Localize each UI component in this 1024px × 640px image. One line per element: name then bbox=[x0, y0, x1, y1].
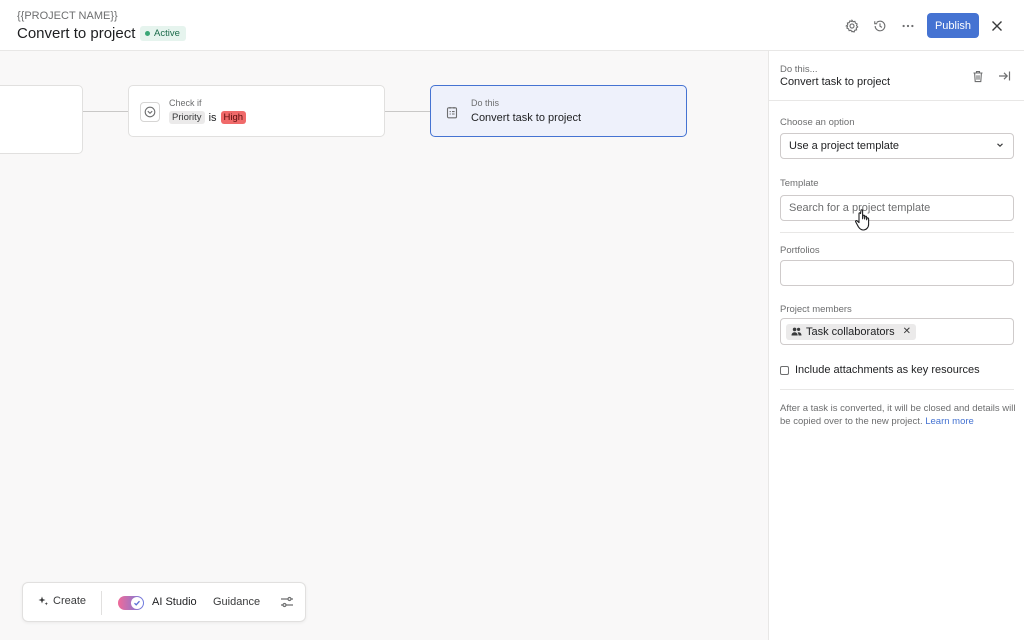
collapse-panel-icon[interactable] bbox=[996, 68, 1012, 84]
details-panel: Do this... Convert task to project Choos… bbox=[768, 51, 1024, 640]
do-this-label: Do this bbox=[471, 98, 500, 108]
top-header: {{PROJECT NAME}} Convert to project Acti… bbox=[0, 0, 1024, 51]
attachments-checkbox-label: Include attachments as key resources bbox=[795, 364, 980, 376]
guidance-button[interactable]: Guidance bbox=[213, 596, 260, 608]
learn-more-link[interactable]: Learn more bbox=[925, 416, 974, 427]
chevron-down-icon bbox=[997, 143, 1003, 148]
adjust-settings-icon[interactable] bbox=[279, 594, 295, 610]
portfolios-input[interactable] bbox=[780, 260, 1014, 286]
trash-icon[interactable] bbox=[970, 68, 986, 84]
panel-subtitle: Do this... bbox=[780, 64, 818, 75]
create-label: Create bbox=[53, 595, 87, 607]
project-members-label: Project members bbox=[780, 304, 852, 315]
status-dot-icon bbox=[145, 31, 150, 36]
option-value: Use a project template bbox=[789, 140, 900, 152]
ai-studio-label[interactable]: AI Studio bbox=[152, 596, 197, 608]
section-divider bbox=[780, 389, 1014, 390]
template-label: Template bbox=[780, 178, 819, 189]
page-title[interactable]: Convert to project bbox=[17, 25, 135, 42]
check-if-label: Check if bbox=[169, 98, 202, 108]
project-members-input[interactable]: Task collaborators ✕ bbox=[780, 318, 1014, 345]
attachments-checkbox[interactable] bbox=[780, 365, 789, 375]
token-label: Task collaborators bbox=[806, 325, 895, 338]
remove-token-icon[interactable]: ✕ bbox=[903, 326, 911, 337]
note-text: After a task is converted, it will be cl… bbox=[780, 403, 1016, 427]
template-search-input[interactable]: Search for a project template bbox=[780, 195, 1014, 221]
people-icon bbox=[791, 327, 802, 336]
section-divider bbox=[780, 232, 1014, 233]
workflow-canvas[interactable]: Check if Priority is High Do this Conver… bbox=[0, 51, 768, 640]
connector-line bbox=[83, 111, 129, 112]
project-template-icon bbox=[442, 102, 462, 122]
check-if-node[interactable]: Check if Priority is High bbox=[128, 85, 385, 137]
connector-line bbox=[385, 111, 431, 112]
toolbar-divider bbox=[101, 591, 102, 615]
panel-divider bbox=[769, 100, 1024, 101]
field-chip: Priority bbox=[169, 111, 205, 124]
status-badge: Active bbox=[140, 26, 186, 41]
more-icon[interactable] bbox=[899, 17, 917, 35]
task-collaborators-token[interactable]: Task collaborators ✕ bbox=[786, 323, 917, 340]
hand-cursor-icon bbox=[854, 209, 870, 231]
attachments-checkbox-row[interactable]: Include attachments as key resources bbox=[780, 364, 980, 376]
do-this-text: Convert task to project bbox=[471, 112, 582, 124]
do-this-node[interactable]: Do this Convert task to project bbox=[430, 85, 687, 137]
publish-button[interactable]: Publish bbox=[927, 13, 979, 38]
conversion-note: After a task is converted, it will be cl… bbox=[780, 402, 1016, 428]
bottom-toolbar: Create AI Studio Guidance bbox=[22, 582, 306, 622]
option-select[interactable]: Use a project template bbox=[780, 133, 1014, 159]
priority-value-chip: High bbox=[220, 111, 247, 124]
toggle-knob bbox=[131, 597, 143, 609]
close-icon[interactable] bbox=[988, 17, 1006, 35]
sparkle-icon bbox=[38, 596, 48, 606]
condition-icon bbox=[140, 102, 160, 122]
condition-row: Priority is High bbox=[169, 111, 247, 124]
choose-option-label: Choose an option bbox=[780, 117, 855, 128]
create-button[interactable]: Create bbox=[37, 595, 86, 607]
panel-title: Convert task to project bbox=[780, 76, 891, 88]
operator-text: is bbox=[208, 111, 217, 124]
gear-icon[interactable] bbox=[843, 17, 861, 35]
portfolios-label: Portfolios bbox=[780, 245, 820, 256]
ai-studio-toggle[interactable] bbox=[118, 596, 144, 610]
trigger-node[interactable] bbox=[0, 85, 83, 154]
history-icon[interactable] bbox=[871, 17, 889, 35]
project-name[interactable]: {{PROJECT NAME}} bbox=[17, 10, 118, 22]
status-label: Active bbox=[154, 28, 180, 39]
